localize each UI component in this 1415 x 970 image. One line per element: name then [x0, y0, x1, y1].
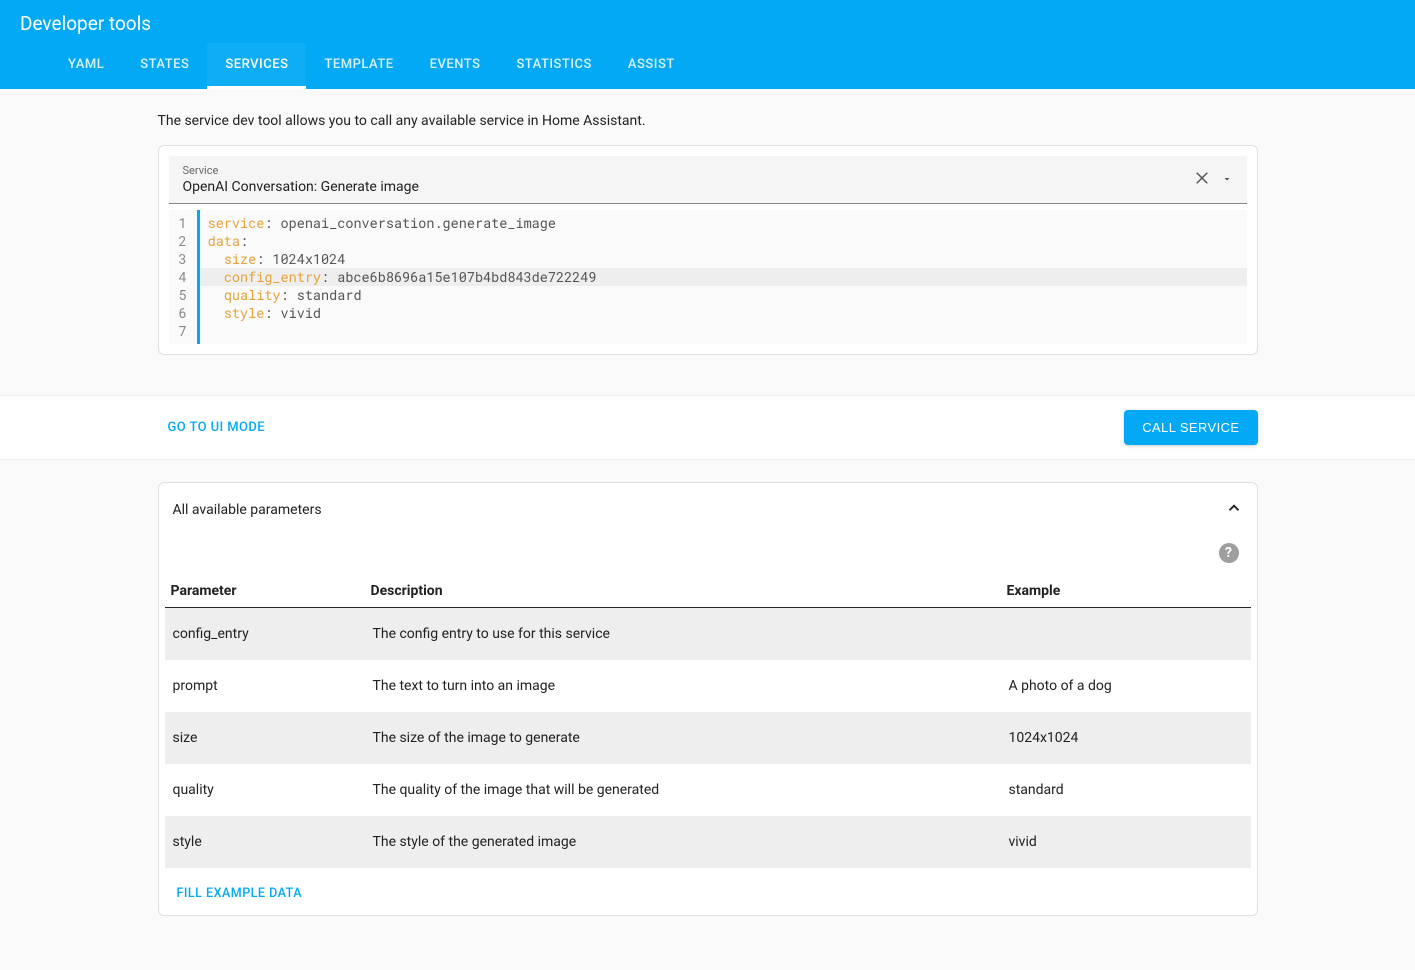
- code-line[interactable]: config_entry: abce6b8696a15e107b4bd843de…: [200, 268, 1247, 286]
- code-line[interactable]: data:: [208, 232, 1239, 250]
- params-col-parameter: Parameter: [165, 575, 365, 608]
- service-field-label: Service: [183, 164, 1193, 177]
- actions-bar: GO TO UI MODE CALL SERVICE: [0, 395, 1415, 460]
- table-row: config_entryThe config entry to use for …: [165, 608, 1251, 661]
- tab-yaml[interactable]: YAML: [50, 43, 122, 89]
- service-selector[interactable]: Service OpenAI Conversation: Generate im…: [169, 156, 1247, 204]
- cell-example: [1001, 608, 1251, 661]
- cell-param: quality: [165, 764, 365, 816]
- params-col-description: Description: [365, 575, 1001, 608]
- editor-code[interactable]: service: openai_conversation.generate_im…: [200, 210, 1247, 344]
- parameters-table: Parameter Description Example config_ent…: [165, 575, 1251, 868]
- service-card: Service OpenAI Conversation: Generate im…: [158, 145, 1258, 355]
- cell-example: A photo of a dog: [1001, 660, 1251, 712]
- code-line[interactable]: size: 1024x1024: [208, 250, 1239, 268]
- cell-desc: The style of the generated image: [365, 816, 1001, 868]
- code-line[interactable]: [208, 322, 1239, 340]
- page-description: The service dev tool allows you to call …: [158, 89, 1258, 145]
- help-icon[interactable]: ?: [1219, 543, 1239, 563]
- cell-example: vivid: [1001, 816, 1251, 868]
- editor-gutter: 1234567: [169, 210, 200, 344]
- cell-param: style: [165, 816, 365, 868]
- clear-icon[interactable]: [1193, 169, 1211, 191]
- call-service-button[interactable]: CALL SERVICE: [1124, 410, 1257, 445]
- parameters-header[interactable]: All available parameters: [159, 483, 1257, 537]
- tab-statistics[interactable]: STATISTICS: [498, 43, 609, 89]
- service-field-value: OpenAI Conversation: Generate image: [183, 179, 1193, 195]
- yaml-editor[interactable]: 1234567 service: openai_conversation.gen…: [169, 210, 1247, 344]
- tab-services[interactable]: SERVICES: [207, 43, 306, 89]
- parameters-card: All available parameters ? Parameter Des…: [158, 482, 1258, 916]
- tab-states[interactable]: STATES: [122, 43, 207, 89]
- cell-example: standard: [1001, 764, 1251, 816]
- cell-param: prompt: [165, 660, 365, 712]
- tab-template[interactable]: TEMPLATE: [306, 43, 411, 89]
- cell-desc: The size of the image to generate: [365, 712, 1001, 764]
- table-row: promptThe text to turn into an imageA ph…: [165, 660, 1251, 712]
- cell-desc: The quality of the image that will be ge…: [365, 764, 1001, 816]
- page-title: Developer tools: [0, 0, 1415, 43]
- cell-example: 1024x1024: [1001, 712, 1251, 764]
- code-line[interactable]: style: vivid: [208, 304, 1239, 322]
- app-header: Developer tools YAMLSTATESSERVICESTEMPLA…: [0, 0, 1415, 89]
- cell-desc: The config entry to use for this service: [365, 608, 1001, 661]
- cell-desc: The text to turn into an image: [365, 660, 1001, 712]
- params-col-example: Example: [1001, 575, 1251, 608]
- tab-assist[interactable]: ASSIST: [610, 43, 693, 89]
- code-line[interactable]: quality: standard: [208, 286, 1239, 304]
- table-row: sizeThe size of the image to generate102…: [165, 712, 1251, 764]
- dropdown-icon[interactable]: [1221, 170, 1233, 189]
- cell-param: config_entry: [165, 608, 365, 661]
- cell-param: size: [165, 712, 365, 764]
- parameters-title: All available parameters: [173, 502, 322, 518]
- chevron-up-icon: [1225, 499, 1243, 521]
- table-row: styleThe style of the generated imageviv…: [165, 816, 1251, 868]
- code-line[interactable]: service: openai_conversation.generate_im…: [208, 214, 1239, 232]
- ui-mode-button[interactable]: GO TO UI MODE: [158, 412, 275, 443]
- tabs-bar: YAMLSTATESSERVICESTEMPLATEEVENTSSTATISTI…: [0, 43, 1415, 89]
- tab-events[interactable]: EVENTS: [412, 43, 499, 89]
- fill-example-button[interactable]: FILL EXAMPLE DATA: [177, 886, 303, 901]
- table-row: qualityThe quality of the image that wil…: [165, 764, 1251, 816]
